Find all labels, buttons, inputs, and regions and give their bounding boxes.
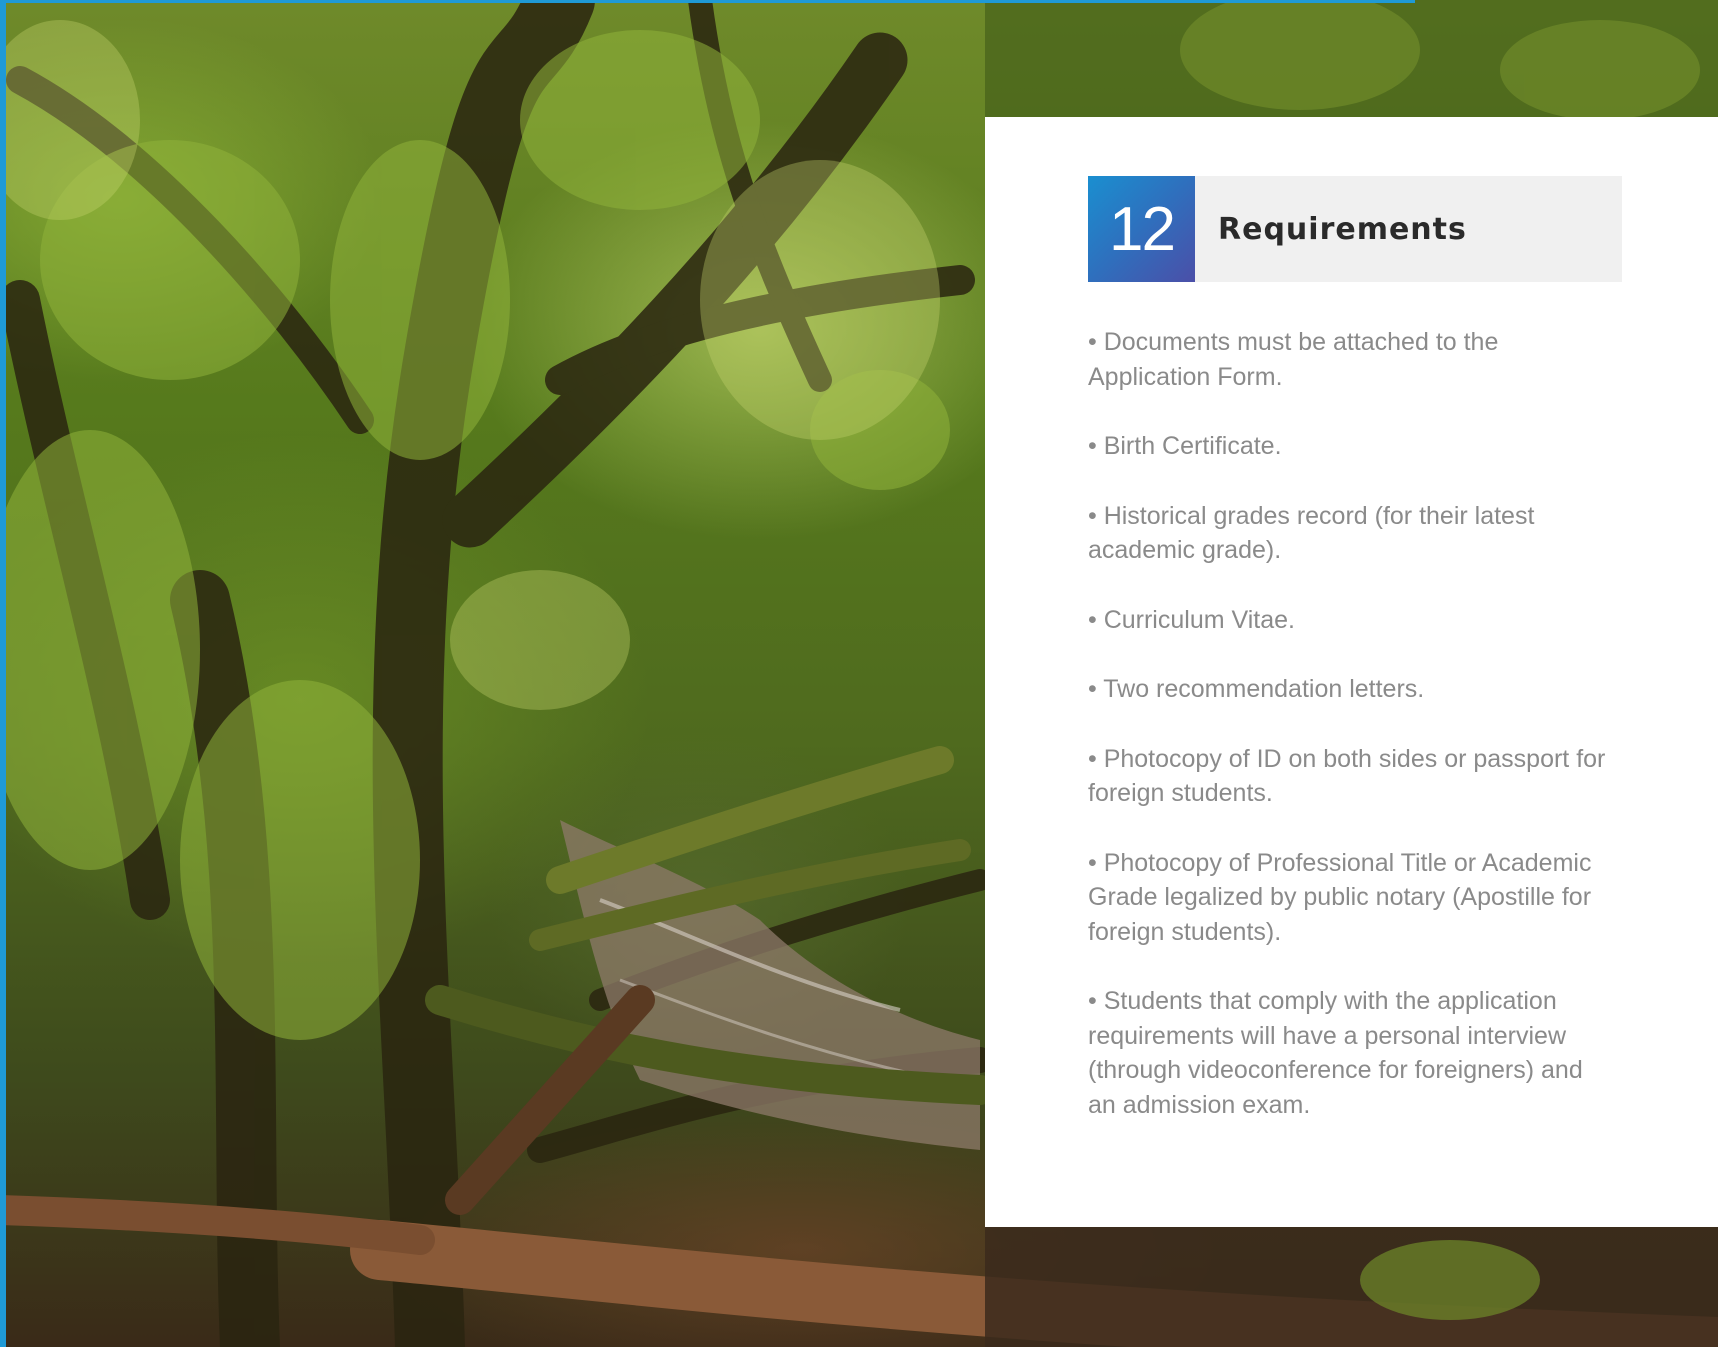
top-accent-bar xyxy=(0,0,1415,3)
requirements-card: 12 Requirements • Documents must be atta… xyxy=(985,117,1718,1227)
list-item: • Photocopy of ID on both sides or passp… xyxy=(1088,744,1606,808)
section-title: Requirements xyxy=(1218,211,1467,247)
list-item: • Curriculum Vitae. xyxy=(1088,605,1295,634)
list-item: • Two recommendation letters. xyxy=(1088,675,1425,703)
left-accent-bar xyxy=(0,0,6,1347)
section-number: 12 xyxy=(1109,194,1176,264)
list-item: • Photocopy of Professional Title or Aca… xyxy=(1088,848,1592,946)
list-item: • Birth Certificate. xyxy=(1088,432,1282,460)
list-item: • Historical grades record (for their la… xyxy=(1088,501,1535,565)
list-item: • Students that comply with the applicat… xyxy=(1088,987,1583,1119)
requirements-list: • Documents must be attached to the Appl… xyxy=(1088,325,1608,1157)
section-number-badge: 12 xyxy=(1088,176,1195,282)
list-item: • Documents must be attached to the Appl… xyxy=(1088,328,1499,391)
section-header: 12 Requirements xyxy=(1088,176,1622,282)
